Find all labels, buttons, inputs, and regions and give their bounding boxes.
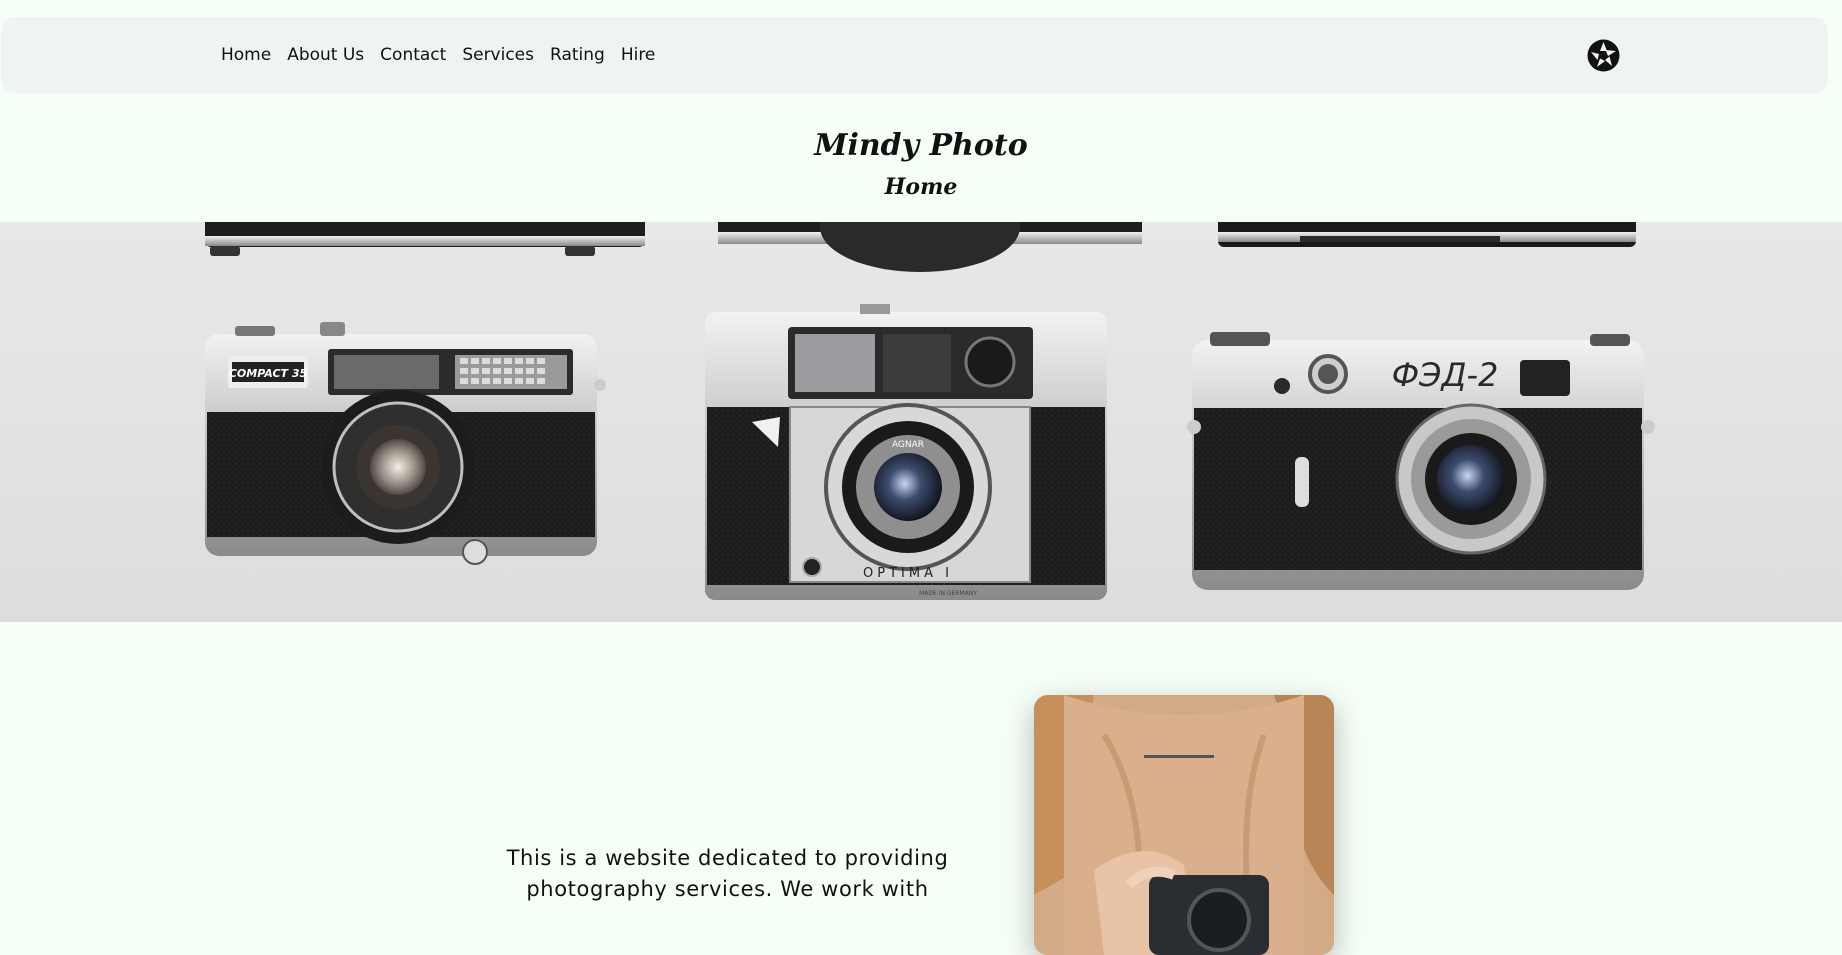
site-title: Mindy Photo — [814, 128, 1028, 163]
fed-2-label: ФЭД-2 — [1392, 356, 1499, 394]
hero-cameras-image: COMPACT 35 AGNAR OPTIMA I MADE IN GERMAN… — [0, 222, 1842, 622]
compact-35-label: COMPACT 35 — [229, 367, 308, 380]
top-camera-right — [1218, 222, 1636, 247]
camera-optima-i: AGNAR OPTIMA I MADE IN GERMANY — [705, 304, 1107, 600]
intro-text: This is a website dedicated to providing… — [506, 846, 949, 901]
agnar-label: AGNAR — [892, 440, 924, 450]
camera-fed-2: ФЭД-2 — [1187, 332, 1655, 590]
made-in-germany-label: MADE IN GERMANY — [919, 590, 977, 597]
top-camera-left — [205, 222, 645, 256]
nav-link-services[interactable]: Services — [462, 45, 534, 65]
camera-compact-35: COMPACT 35 — [205, 322, 606, 565]
navbar: Home About Us Contact Services Rating Hi… — [1, 17, 1828, 93]
nav-link-hire[interactable]: Hire — [621, 45, 656, 65]
woman-holding-camera-photo — [1034, 695, 1334, 955]
nav-links: Home About Us Contact Services Rating Hi… — [221, 17, 655, 93]
optima-label: OPTIMA I — [863, 566, 953, 581]
top-camera-middle — [718, 222, 1142, 272]
nav-link-about-us[interactable]: About Us — [287, 45, 364, 65]
camera-aperture-icon[interactable] — [1587, 39, 1620, 72]
nav-link-home[interactable]: Home — [221, 45, 271, 65]
page-subtitle: Home — [884, 174, 958, 200]
nav-link-rating[interactable]: Rating — [550, 45, 605, 65]
nav-link-contact[interactable]: Contact — [380, 45, 446, 65]
